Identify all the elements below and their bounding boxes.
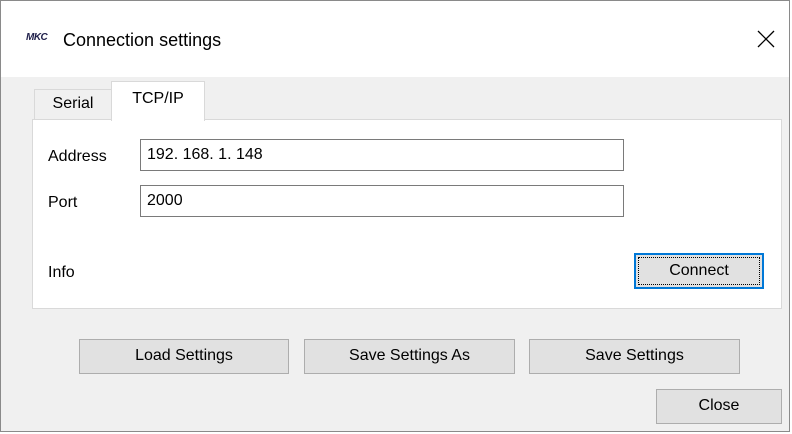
connection-settings-window: MKC Connection settings Serial TCP/IP Ad…	[0, 0, 790, 432]
load-settings-button[interactable]: Load Settings	[79, 339, 289, 374]
port-input[interactable]: 2000	[140, 185, 624, 217]
window-title: Connection settings	[63, 30, 222, 50]
port-label: Port	[48, 194, 78, 211]
connect-button[interactable]: Connect	[634, 253, 764, 289]
save-settings-button[interactable]: Save Settings	[529, 339, 740, 374]
title-bar: MKC Connection settings	[1, 1, 789, 77]
address-input[interactable]: 192. 168. 1. 148	[140, 139, 624, 171]
tab-tcpip[interactable]: TCP/IP	[111, 81, 205, 121]
close-icon	[757, 30, 775, 48]
close-button[interactable]: Close	[656, 389, 782, 424]
connect-button-label: Connect	[669, 262, 729, 279]
tcpip-tab-panel: Address 192. 168. 1. 148 Port 2000 Info …	[32, 119, 782, 309]
app-logo-icon: MKC	[26, 32, 48, 43]
tab-serial[interactable]: Serial	[34, 89, 112, 119]
save-settings-as-button[interactable]: Save Settings As	[304, 339, 515, 374]
info-label: Info	[48, 264, 75, 281]
window-close-button[interactable]	[743, 19, 789, 59]
address-label: Address	[48, 148, 107, 165]
